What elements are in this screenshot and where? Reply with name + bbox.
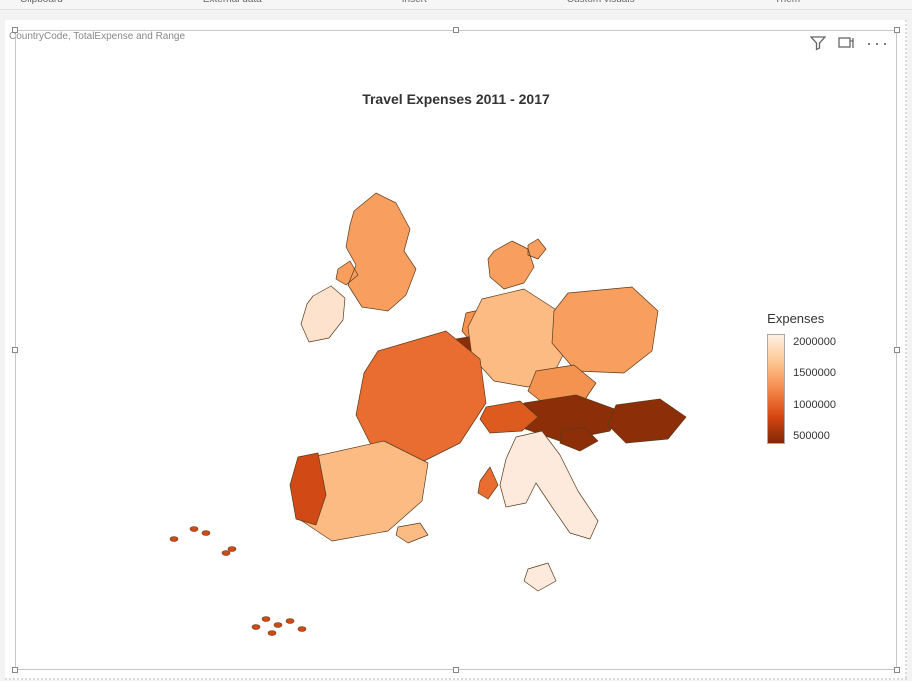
ribbon-group-label: Clipboard [20, 0, 63, 3]
island-marker [298, 627, 306, 632]
country-pl[interactable]: Poland: 1250000 [552, 287, 658, 373]
resize-handle[interactable] [453, 667, 459, 673]
map-visual[interactable]: ··· Travel Expenses 2011 - 2017 Ireland:… [15, 30, 897, 670]
country-hu[interactable]: Hungary: 500000 [608, 399, 686, 443]
country-dk[interactable]: Denmark: 1250000 [488, 239, 546, 289]
island-marker [274, 623, 282, 628]
country-ie[interactable]: Ireland: 2000000 [301, 286, 345, 342]
legend-tick: 2000000 [793, 336, 836, 348]
ribbon-group-label: Them [775, 0, 801, 3]
report-canvas[interactable]: CountryCode, TotalExpense and Range ··· [5, 20, 907, 680]
legend-tick: 500000 [793, 430, 836, 442]
ruler-right [905, 20, 907, 680]
island-marker [252, 625, 260, 630]
island-marker [228, 547, 236, 552]
visual-header: ··· [810, 35, 890, 51]
resize-handle[interactable] [894, 667, 900, 673]
country-gb[interactable]: United Kingdom: 1250000 [336, 193, 416, 311]
resize-handle[interactable] [453, 27, 459, 33]
ribbon-groups: Clipboard External data Insert Custom vi… [0, 0, 912, 10]
island-marker [262, 617, 270, 622]
ribbon-group-label: Custom visuals [567, 0, 635, 3]
fields-breadcrumb: CountryCode, TotalExpense and Range [9, 31, 185, 42]
legend-tick: 1000000 [793, 399, 836, 411]
country-it[interactable]: Italy: 2200000 [500, 431, 598, 591]
more-options-icon[interactable]: ··· [866, 38, 890, 48]
focus-mode-icon[interactable] [838, 35, 854, 51]
island-marker [190, 527, 198, 532]
resize-handle[interactable] [894, 347, 900, 353]
legend-tick: 1500000 [793, 367, 836, 379]
island-marker [170, 537, 178, 542]
choropleth-map[interactable]: Ireland: 2000000United Kingdom: 1250000 D… [76, 121, 716, 641]
island-marker [268, 631, 276, 636]
legend-title: Expenses [767, 311, 836, 326]
filter-icon[interactable] [810, 35, 826, 51]
ribbon-group-label: Insert [402, 0, 427, 3]
resize-handle[interactable] [894, 27, 900, 33]
resize-handle[interactable] [12, 667, 18, 673]
island-marker [286, 619, 294, 624]
legend: Expenses 2000000 1500000 1000000 500000 [767, 311, 836, 444]
resize-handle[interactable] [12, 347, 18, 353]
island-marker [222, 551, 230, 556]
ruler-bottom [5, 678, 907, 680]
legend-color-bar [767, 334, 785, 444]
island-marker [202, 531, 210, 536]
legend-ticks: 2000000 1500000 1000000 500000 [793, 334, 836, 444]
chart-title: Travel Expenses 2011 - 2017 [16, 91, 896, 107]
ribbon-group-label: External data [203, 0, 262, 3]
